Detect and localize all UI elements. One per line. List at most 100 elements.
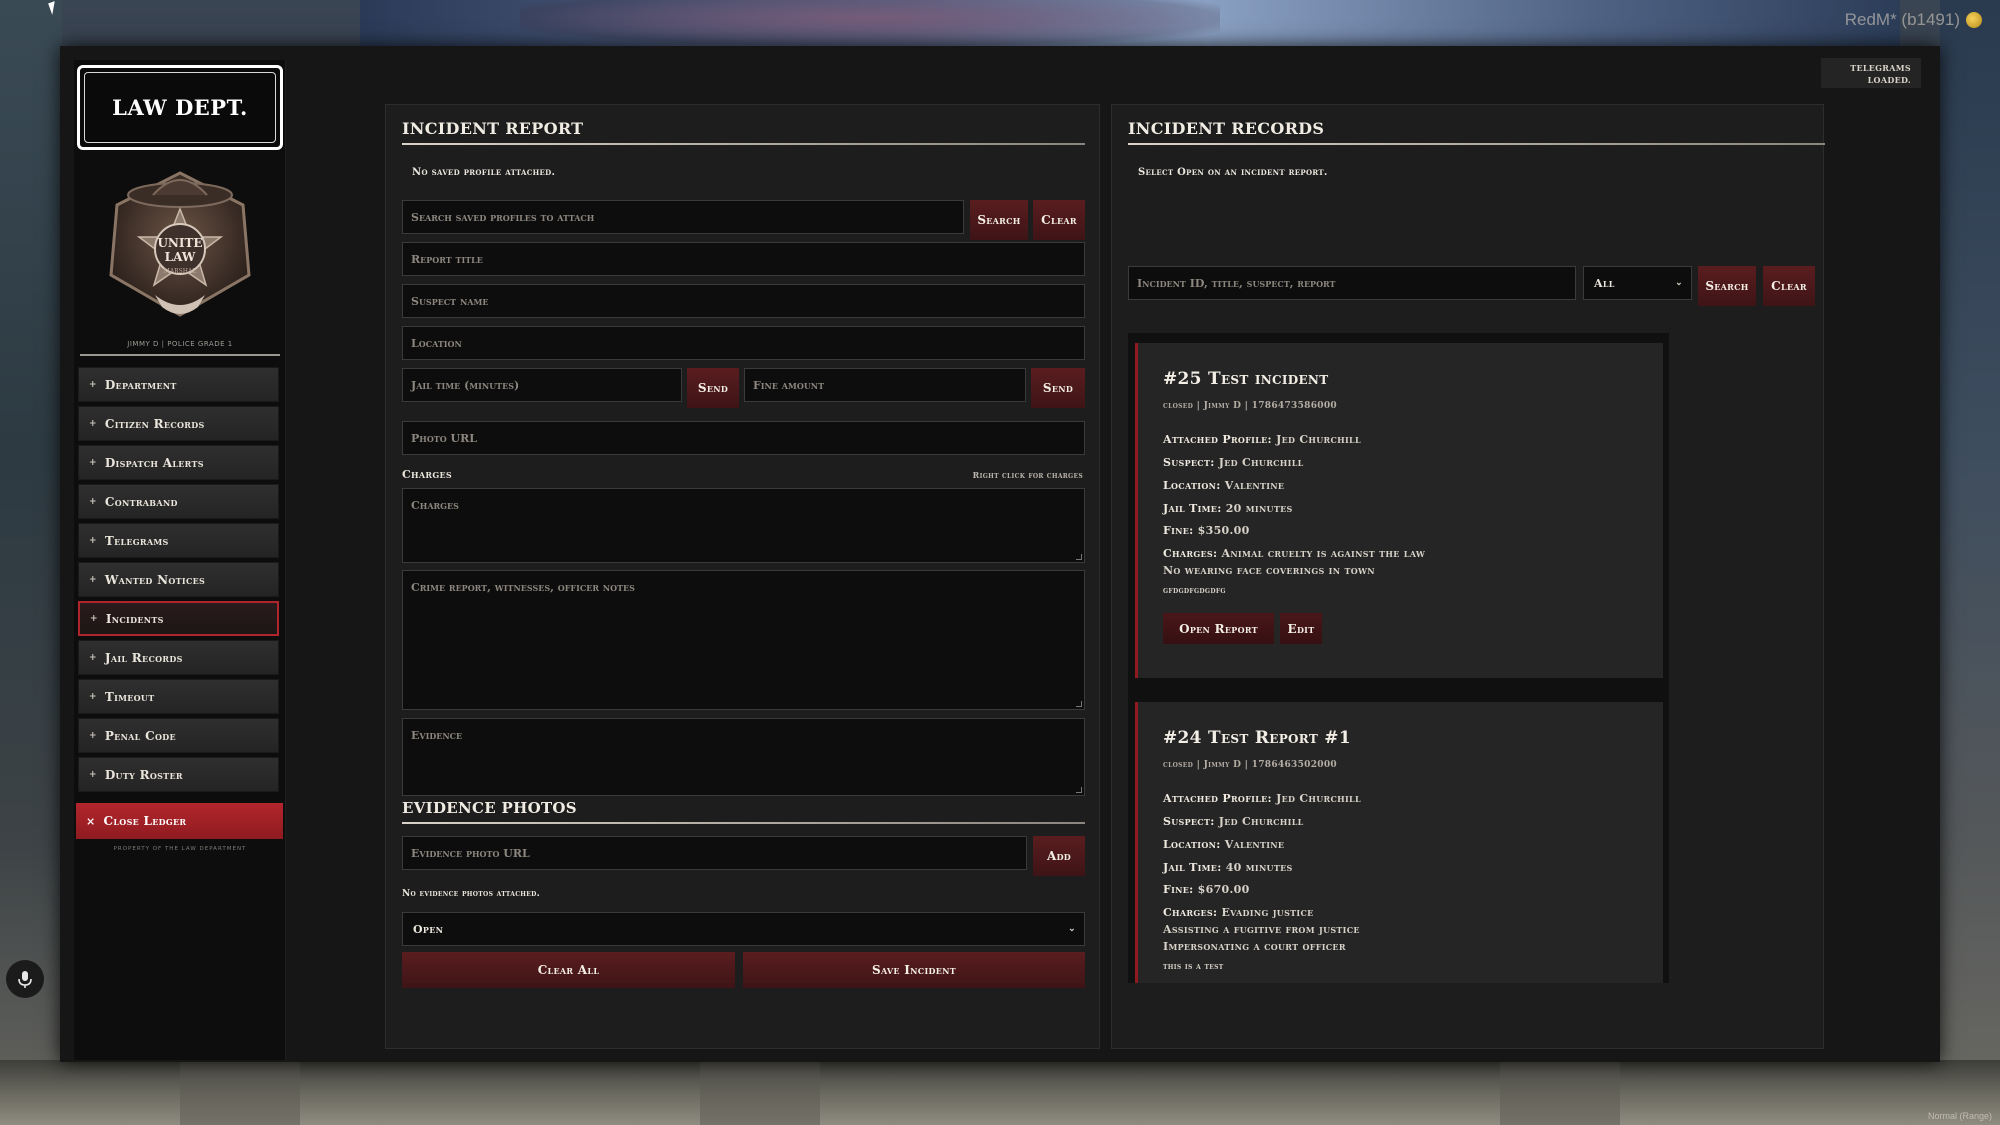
charges-placeholder: Charges [411,499,459,512]
records-clear-button[interactable]: Clear [1763,266,1815,306]
incident-records-title: INCIDENT RECORDS [1128,119,1325,138]
game-backdrop-ground [0,1060,2000,1125]
send-jail-button[interactable]: Send [687,368,739,408]
jail-time-line: Jail Time: 20 minutes [1163,502,1293,515]
resize-handle-icon[interactable] [1076,701,1082,707]
profile-note: No saved profile attached. [412,167,556,178]
profile-search-input[interactable]: Search saved profiles to attach [402,200,964,234]
sidebar-item-timeout[interactable]: + Timeout [78,679,279,714]
field-label: Suspect: [1163,815,1215,828]
save-incident-button[interactable]: Save Incident [743,952,1085,988]
field-label: Jail Time: [1163,861,1222,874]
field-label: Attached Profile: [1163,433,1272,446]
plus-icon: + [89,769,97,780]
suspect-line: Suspect: Jed Churchill [1163,815,1304,828]
evidence-photo-url-input[interactable]: Evidence photo URL [402,836,1027,870]
evidence-placeholder: Evidence [411,729,463,742]
field-label: Fine: [1163,524,1194,537]
open-report-button[interactable]: Open Report [1163,613,1274,644]
sidebar-item-contraband[interactable]: + Contraband [78,484,279,519]
profile-clear-button[interactable]: Clear [1033,200,1085,240]
sidebar-item-telegrams[interactable]: + Telegrams [78,523,279,558]
incident-notes: gfdgdfgdgdfg [1163,586,1226,596]
attached-profile-line: Attached Profile: Jed Churchill [1163,792,1361,805]
sidebar-item-label: Wanted Notices [104,572,206,587]
no-evidence-photos-note: No evidence photos attached. [402,889,541,899]
close-ledger-button[interactable]: × Close Ledger [76,803,283,839]
resize-handle-icon[interactable] [1076,787,1082,793]
plus-icon: + [89,418,97,429]
sidebar-item-dispatch-alerts[interactable]: + Dispatch Alerts [78,445,279,480]
charge-item: Evading justice [1221,906,1314,919]
microphone-icon[interactable] [6,960,44,998]
report-title-input[interactable]: Report title [402,242,1085,276]
field-value: Jed Churchill [1218,815,1304,828]
resize-handle-icon[interactable] [1076,554,1082,560]
report-title-placeholder: Report title [411,252,483,266]
plus-icon: + [90,613,98,624]
records-search-button[interactable]: Search [1698,266,1756,306]
records-hint: Select Open on an incident report. [1138,167,1328,178]
sidebar-item-wanted-notices[interactable]: + Wanted Notices [78,562,279,597]
plus-icon: + [89,457,97,468]
evidence-photo-url-placeholder: Evidence photo URL [411,846,530,860]
sidebar-item-department[interactable]: + Department [78,367,279,402]
records-search-input[interactable]: Incident ID, title, suspect, report [1128,266,1576,300]
incident-card-meta: closed | Jimmy D | 1786463502000 [1163,760,1337,770]
records-filter-select[interactable]: All ⌄ [1583,266,1692,300]
field-value: Jed Churchill [1276,792,1361,805]
fine-line: Fine: $670.00 [1163,883,1250,896]
incident-status-select[interactable]: Open ⌄ [402,912,1085,946]
fine-amount-input[interactable]: Fine amount [744,368,1026,402]
fine-amount-placeholder: Fine amount [753,378,825,392]
photo-url-input[interactable]: Photo URL [402,421,1085,455]
field-label: Attached Profile: [1163,792,1272,805]
fine-line: Fine: $350.00 [1163,524,1250,537]
field-value: Valentine [1224,838,1285,851]
field-label: Charges: [1163,906,1218,919]
incident-card-meta: closed | Jimmy D | 1786473586000 [1163,401,1337,411]
sidebar-item-duty-roster[interactable]: + Duty Roster [78,757,279,792]
location-placeholder: Location [411,336,462,350]
jail-time-input[interactable]: Jail time (minutes) [402,368,682,402]
telegrams-loaded-toast: TELEGRAMS LOADED. [1821,58,1921,88]
records-filter-value: All [1594,276,1615,290]
incident-card-title: #24 Test Report #1 [1163,728,1351,748]
send-fine-button[interactable]: Send [1031,368,1085,408]
server-build-tag: RedM* (b1491) [1844,10,1960,29]
location-input[interactable]: Location [402,326,1085,360]
sidebar-item-jail-records[interactable]: + Jail Records [78,640,279,675]
sidebar-item-citizen-records[interactable]: + Citizen Records [78,406,279,441]
incident-card: #24 Test Report #1 closed | Jimmy D | 17… [1135,702,1663,983]
field-value: Jed Churchill [1218,456,1304,469]
records-title-rule [1128,143,1825,145]
close-icon: × [86,814,96,828]
clear-all-button[interactable]: Clear All [402,952,735,988]
location-line: Location: Valentine [1163,479,1284,492]
edit-incident-button[interactable]: Edit [1280,613,1322,644]
profile-search-button[interactable]: Search [970,200,1028,240]
charges-textarea[interactable]: Charges [402,488,1085,563]
suspect-name-input[interactable]: Suspect name [402,284,1085,318]
crime-report-textarea[interactable]: Crime report, witnesses, officer notes [402,570,1085,710]
field-value: Valentine [1224,479,1285,492]
charge-item: Impersonating a court officer [1163,940,1346,953]
field-value: Jed Churchill [1276,433,1361,446]
add-evidence-photo-button[interactable]: Add [1033,836,1085,876]
law-ledger-window: LAW DEPT. UNITE LAW MARSHAL JIMMY D | PO… [60,46,1940,1062]
plus-icon: + [89,496,97,507]
voice-range-label: Normal (Range) [1927,1111,1992,1121]
game-backdrop-right [1940,0,2000,1125]
sidebar-item-penal-code[interactable]: + Penal Code [78,718,279,753]
sidebar-item-incidents[interactable]: + Incidents [78,601,279,636]
incident-report-panel: INCIDENT REPORT No saved profile attache… [385,104,1100,1049]
evidence-textarea[interactable]: Evidence [402,718,1085,796]
attached-profile-line: Attached Profile: Jed Churchill [1163,433,1361,446]
charge-item: Assisting a fugitive from justice [1163,923,1360,936]
incident-records-list[interactable]: #25 Test incident closed | Jimmy D | 178… [1128,333,1669,983]
charges-hint: Right click for charges [972,470,1083,480]
incident-status-value: Open [413,922,444,936]
field-value: 20 minutes [1225,502,1293,515]
crime-report-placeholder: Crime report, witnesses, officer notes [411,581,635,594]
suspect-line: Suspect: Jed Churchill [1163,456,1304,469]
